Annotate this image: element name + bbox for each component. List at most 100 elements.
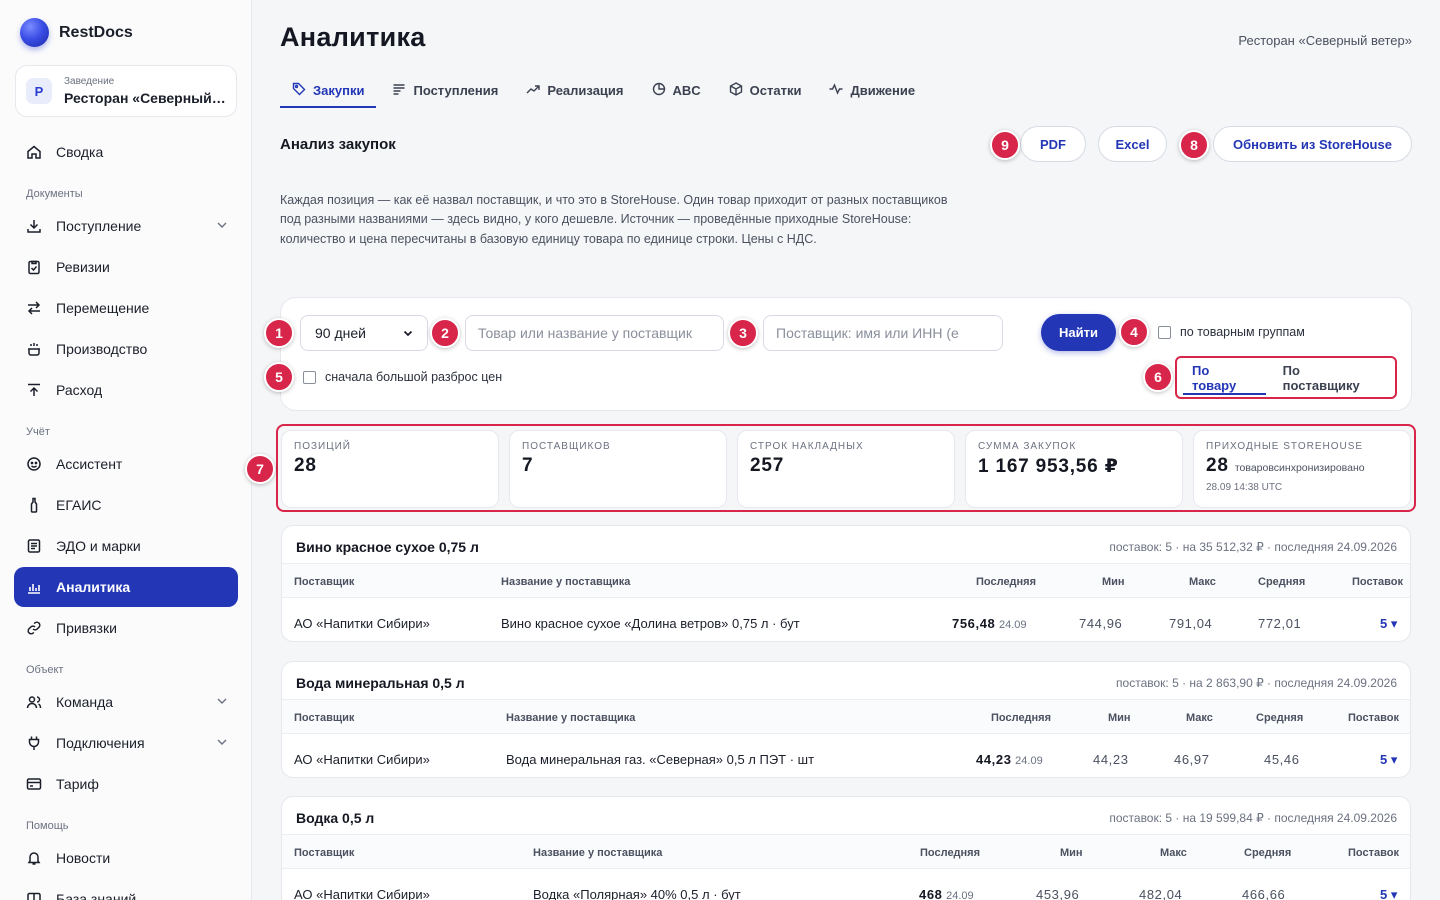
chart-icon bbox=[26, 579, 42, 595]
sidebar-item-label: Аналитика bbox=[56, 579, 131, 595]
col-avg[interactable]: Средняя bbox=[1256, 712, 1303, 724]
col-max[interactable]: Макс bbox=[1186, 712, 1213, 724]
col-avg[interactable]: Средняя bbox=[1244, 847, 1291, 859]
pdf-button[interactable]: PDF bbox=[1020, 126, 1086, 162]
col-min[interactable]: Мин bbox=[1060, 847, 1083, 859]
sidebar-item-inventory[interactable]: Ревизии bbox=[14, 247, 238, 287]
col-avg[interactable]: Средняя bbox=[1258, 576, 1305, 588]
by-groups-checkbox[interactable]: по товарным группам bbox=[1158, 325, 1305, 339]
sidebar-item-news[interactable]: Новости bbox=[14, 838, 238, 878]
annotation-badge-4: 4 bbox=[1119, 317, 1149, 347]
col-name[interactable]: Название у поставщика bbox=[533, 847, 662, 859]
sidebar-item-label: Перемещение bbox=[56, 300, 150, 316]
col-max[interactable]: Макс bbox=[1189, 576, 1216, 588]
deliveries-expand-button[interactable]: 5 ▾ bbox=[1380, 887, 1397, 900]
tab-stock[interactable]: Остатки bbox=[717, 72, 814, 108]
sidebar-item-label: ЕГАИС bbox=[56, 497, 102, 513]
col-last[interactable]: Последняя bbox=[991, 712, 1051, 724]
venue-switcher[interactable]: Р Заведение Ресторан «Северный ветер» bbox=[15, 65, 237, 117]
app-logo[interactable]: RestDocs bbox=[20, 18, 133, 47]
sidebar-item-edo[interactable]: ЭДО и марки bbox=[14, 526, 238, 566]
supplier-search-input[interactable]: Поставщик: имя или ИНН (е bbox=[763, 315, 1003, 351]
col-min[interactable]: Мин bbox=[1108, 712, 1131, 724]
col-supplier[interactable]: Поставщик bbox=[294, 576, 354, 588]
book-icon bbox=[26, 891, 42, 900]
sidebar-item-receipts[interactable]: Поступление bbox=[14, 206, 238, 246]
checkbox-box[interactable] bbox=[1158, 325, 1171, 339]
sidebar: RestDocs Р Заведение Ресторан «Северный … bbox=[0, 0, 252, 900]
sidebar-section-object: Объект bbox=[26, 664, 64, 676]
col-deliveries[interactable]: Поставок bbox=[1352, 576, 1403, 588]
sidebar-item-connections[interactable]: Подключения bbox=[14, 723, 238, 763]
clipboard-icon bbox=[26, 259, 42, 275]
cell-min: 453,96 bbox=[1036, 887, 1080, 900]
sidebar-item-assistant[interactable]: Ассистент bbox=[14, 444, 238, 484]
col-last[interactable]: Последняя bbox=[976, 576, 1036, 588]
kpi-value: 257 bbox=[750, 455, 785, 476]
col-deliveries[interactable]: Поставок bbox=[1348, 847, 1399, 859]
period-value: 90 дней bbox=[315, 325, 366, 341]
tab-abc[interactable]: ABC bbox=[640, 72, 713, 108]
col-deliveries[interactable]: Поставок bbox=[1348, 712, 1399, 724]
tab-purchases[interactable]: Закупки bbox=[280, 72, 377, 108]
pie-icon bbox=[652, 82, 666, 99]
kpi-suppliers: Поставщиков 7 bbox=[509, 430, 727, 508]
excel-button[interactable]: Excel bbox=[1098, 126, 1167, 162]
sidebar-item-analytics[interactable]: Аналитика bbox=[14, 567, 238, 607]
col-name[interactable]: Название у поставщика bbox=[506, 712, 635, 724]
app-name: RestDocs bbox=[59, 23, 133, 41]
col-last[interactable]: Последняя bbox=[920, 847, 980, 859]
col-min[interactable]: Мин bbox=[1102, 576, 1125, 588]
cell-last: 756,48 24.09 bbox=[952, 616, 1027, 631]
cell-max: 791,04 bbox=[1169, 616, 1213, 631]
tab-label: ABC bbox=[672, 82, 701, 98]
chevron-down-icon bbox=[216, 218, 228, 234]
tag-icon bbox=[292, 82, 306, 99]
view-by-product-button[interactable]: По товару bbox=[1179, 359, 1270, 396]
kpi-label: Поставщиков bbox=[522, 441, 611, 452]
sidebar-item-team[interactable]: Команда bbox=[14, 682, 238, 722]
sidebar-item-label: Расход bbox=[56, 382, 103, 398]
tab-movement[interactable]: Движение bbox=[817, 72, 927, 108]
sidebar-item-tariff[interactable]: Тариф bbox=[14, 764, 238, 804]
sidebar-item-bindings[interactable]: Привязки bbox=[14, 608, 238, 648]
deliveries-expand-button[interactable]: 5 ▾ bbox=[1380, 616, 1397, 632]
annotation-badge-2: 2 bbox=[430, 318, 460, 348]
link-icon bbox=[26, 620, 42, 636]
col-supplier[interactable]: Поставщик bbox=[294, 847, 354, 859]
kpi-invoice-lines: Строк накладных 257 bbox=[737, 430, 955, 508]
refresh-storehouse-button[interactable]: Обновить из StoreHouse bbox=[1213, 126, 1412, 162]
kpi-value-number: 28 bbox=[1206, 455, 1229, 476]
cell-name: Водка «Полярная» 40% 0,5 л · бут bbox=[533, 887, 741, 900]
sidebar-item-egais[interactable]: ЕГАИС bbox=[14, 485, 238, 525]
period-select[interactable]: 90 дней bbox=[300, 315, 428, 351]
col-name[interactable]: Название у поставщика bbox=[501, 576, 630, 588]
cell-supplier: АО «Напитки Сибири» bbox=[294, 752, 430, 767]
cell-last: 44,23 24.09 bbox=[976, 752, 1043, 767]
card-icon bbox=[26, 776, 42, 792]
col-supplier[interactable]: Поставщик bbox=[294, 712, 354, 724]
find-button[interactable]: Найти bbox=[1041, 314, 1116, 351]
checkbox-box[interactable] bbox=[303, 370, 316, 384]
sidebar-item-production[interactable]: Производство bbox=[14, 329, 238, 369]
box-icon bbox=[729, 81, 743, 99]
sidebar-item-transfer[interactable]: Перемещение bbox=[14, 288, 238, 328]
sidebar-item-summary[interactable]: Сводка bbox=[14, 132, 238, 172]
col-max[interactable]: Макс bbox=[1160, 847, 1187, 859]
tab-sales[interactable]: Реализация bbox=[514, 72, 635, 108]
kpi-label: Приходные StoreHouse bbox=[1206, 441, 1364, 452]
sidebar-item-knowledge-base[interactable]: База знаний bbox=[14, 879, 238, 900]
view-by-supplier-button[interactable]: По поставщику bbox=[1270, 359, 1393, 396]
pulse-icon bbox=[829, 82, 843, 99]
kpi-storehouse-receipts: Приходные StoreHouse 28 товаровсинхрониз… bbox=[1193, 430, 1411, 508]
spread-first-checkbox[interactable]: сначала большой разброс цен bbox=[303, 370, 502, 384]
product-title: Вода минеральная 0,5 л bbox=[296, 675, 465, 691]
sidebar-item-label: Сводка bbox=[56, 144, 104, 160]
cell-min: 744,96 bbox=[1079, 616, 1123, 631]
deliveries-expand-button[interactable]: 5 ▾ bbox=[1380, 752, 1397, 768]
tab-receipts[interactable]: Поступления bbox=[380, 72, 510, 108]
venue-avatar: Р bbox=[26, 78, 52, 104]
product-search-input[interactable]: Товар или название у поставщик bbox=[465, 315, 724, 351]
sidebar-item-label: Производство bbox=[56, 341, 148, 357]
sidebar-item-expense[interactable]: Расход bbox=[14, 370, 238, 410]
